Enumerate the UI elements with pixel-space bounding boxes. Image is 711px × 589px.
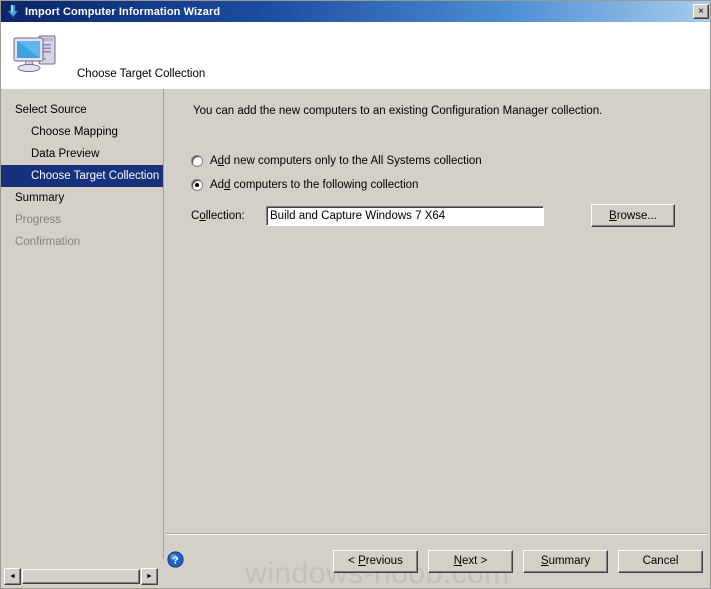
sidebar-item-data-preview[interactable]: Data Preview (1, 143, 163, 165)
help-question-icon[interactable]: ? (167, 551, 184, 568)
radio-icon-selected (191, 179, 203, 191)
radio-following-collection-label: Add computers to the following collectio… (210, 179, 419, 191)
next-button[interactable]: Next > (428, 550, 513, 573)
wizard-body: Select Source Choose Mapping Data Previe… (1, 89, 710, 588)
scrollbar-track[interactable] (21, 568, 141, 585)
radio-icon-unselected (191, 155, 203, 167)
computer-icon (13, 35, 56, 73)
sidebar-item-choose-target-collection[interactable]: Choose Target Collection (1, 165, 163, 187)
sidebar-item-choose-mapping[interactable]: Choose Mapping (1, 121, 163, 143)
sidebar-item-summary[interactable]: Summary (1, 187, 163, 209)
scrollbar-thumb[interactable] (22, 569, 140, 584)
wizard-navigation-buttons: < Previous Next > Summary Cancel (333, 550, 703, 573)
sidebar-item-progress: Progress (15, 214, 62, 226)
scroll-right-arrow-icon[interactable]: ► (141, 568, 158, 585)
page-title: Choose Target Collection (77, 68, 206, 80)
close-icon[interactable]: × (693, 4, 709, 19)
title-bar-buttons: × (693, 4, 709, 19)
window-title: Import Computer Information Wizard (25, 5, 221, 18)
svg-text:?: ? (172, 554, 178, 566)
wizard-window: Import Computer Information Wizard × Cho… (0, 0, 711, 589)
sidebar-item-confirmation: Confirmation (15, 236, 81, 248)
wizard-step-list: Select Source Choose Mapping Data Previe… (1, 89, 164, 559)
browse-button[interactable]: Browse... (591, 204, 675, 227)
cancel-button[interactable]: Cancel (618, 550, 703, 573)
content-pane: You can add the new computers to an exis… (165, 89, 710, 533)
intro-text: You can add the new computers to an exis… (193, 105, 603, 117)
wizard-header: Choose Target Collection (1, 22, 710, 89)
previous-button[interactable]: < Previous (333, 550, 418, 573)
scroll-left-arrow-icon[interactable]: ◄ (4, 568, 21, 585)
radio-following-collection[interactable]: Add computers to the following collectio… (191, 179, 418, 191)
footer-separator (166, 533, 707, 535)
radio-all-systems-label: Add new computers only to the All System… (210, 155, 482, 167)
collection-label: Collection: (191, 210, 245, 222)
collection-input[interactable] (266, 206, 544, 226)
sidebar-horizontal-scrollbar[interactable]: ◄ ► (4, 568, 158, 585)
sidebar-item-select-source[interactable]: Select Source (1, 99, 163, 121)
summary-button[interactable]: Summary (523, 550, 608, 573)
radio-all-systems-collection[interactable]: Add new computers only to the All System… (191, 155, 482, 167)
title-bar: Import Computer Information Wizard × (1, 1, 710, 22)
import-arrow-icon (7, 4, 19, 18)
